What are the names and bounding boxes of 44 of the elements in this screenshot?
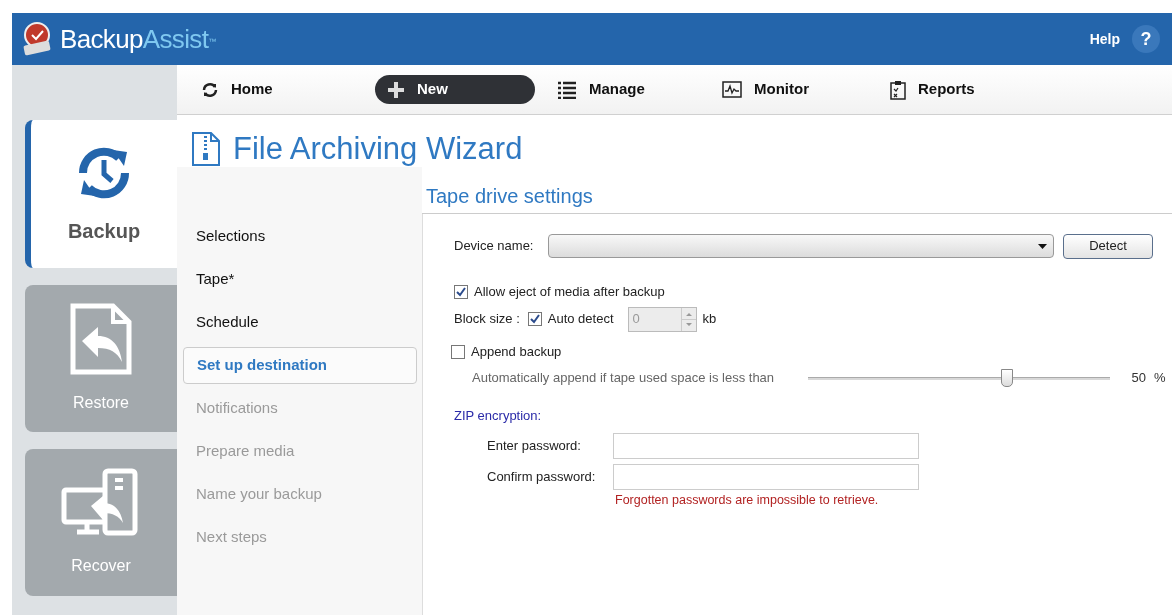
nav-tab[interactable]: Home <box>197 75 357 104</box>
field-label: Device name: <box>454 237 535 256</box>
app-logo: BackupAssist$^{™}$ <box>60 22 216 56</box>
wizard-title: File Archiving Wizard <box>233 129 523 168</box>
detect-button[interactable]: Detect <box>1063 233 1153 259</box>
nav-tab[interactable]: Manage <box>553 75 700 104</box>
help-button[interactable]: ? <box>1132 25 1160 53</box>
unit-label: % <box>1154 369 1166 388</box>
slider-label: Automatically append if tape used space is less than <box>472 369 776 388</box>
password-field[interactable] <box>613 433 919 459</box>
warning-text: Forgotten passwords are impossible to retrieve. <box>614 492 880 509</box>
slider-thumb[interactable] <box>1001 368 1014 387</box>
wizard-step[interactable]: Tape* <box>183 258 417 301</box>
list-icon <box>557 80 577 99</box>
clipboard-icon <box>890 79 906 100</box>
section-heading: ZIP encryption: <box>454 407 543 425</box>
checkbox-label: Allow eject of media after backup <box>474 283 665 302</box>
password-field[interactable] <box>613 464 919 490</box>
help-link[interactable]: Help <box>1089 29 1120 49</box>
field-label: Enter password: <box>487 437 582 456</box>
slider-value: 50 <box>1130 369 1146 388</box>
dropdown-caret-icon <box>1038 243 1047 249</box>
mode-tab[interactable]: Backup <box>25 120 177 268</box>
checkbox-label: Append backup <box>471 343 562 362</box>
wizard-step[interactable]: Schedule <box>183 301 417 344</box>
checkbox[interactable] <box>454 285 468 299</box>
wizard-step[interactable]: Selections <box>183 215 417 258</box>
field-label: Confirm password: <box>487 468 597 487</box>
sync-icon <box>201 80 219 99</box>
checkbox[interactable] <box>451 345 465 359</box>
section-title: Tape drive settings <box>422 167 1172 214</box>
device-dropdown[interactable] <box>548 234 1054 258</box>
checkbox-label: Auto detect <box>547 310 614 329</box>
nav-tab[interactable]: Reports <box>886 75 988 104</box>
wizard-step[interactable]: Set up destination <box>183 347 417 384</box>
plus-icon <box>387 80 405 99</box>
file-return-icon <box>70 302 132 375</box>
field-label: Block size : <box>454 310 520 329</box>
nav-tab[interactable]: Monitor <box>718 75 868 104</box>
computer-recover-icon <box>61 467 141 538</box>
unit-label: kb <box>702 310 717 329</box>
zip-file-icon <box>191 131 221 167</box>
pulse-monitor-icon <box>722 81 742 98</box>
nav-tab[interactable]: New <box>375 75 535 104</box>
